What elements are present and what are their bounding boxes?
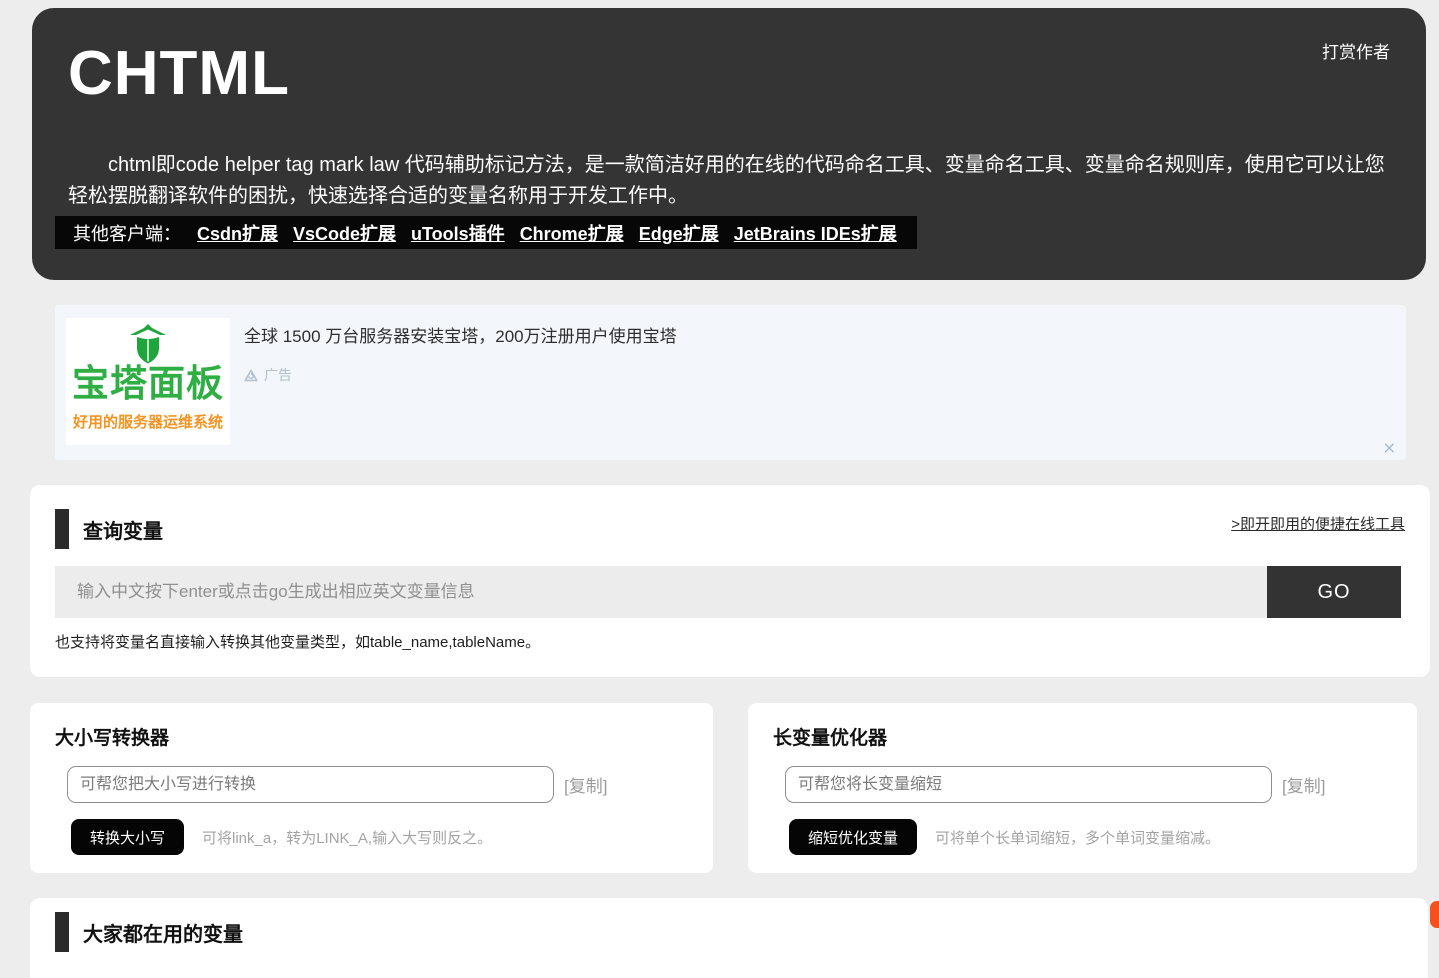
case-converter-title: 大小写转换器 [55,723,688,750]
popular-section-head: 大家都在用的变量 [55,912,243,952]
popular-variables-card: 大家都在用的变量 [30,898,1428,978]
ad-logo-title: 宝塔面板 [66,364,230,404]
shortener-hint: 可将单个长单词缩短，多个单词变量缩减。 [935,827,1220,848]
client-link-chrome[interactable]: Chrome扩展 [520,220,624,246]
section-accent-bar [55,509,69,549]
search-row: GO [55,566,1401,618]
case-converter-card: 大小写转换器 [复制] 转换大小写 可将link_a，转为LINK_A,输入大写… [30,703,713,873]
hero-header: 打赏作者 CHTML chtml即code helper tag mark la… [32,8,1426,280]
query-search-input[interactable] [55,566,1267,618]
reward-author-link[interactable]: 打赏作者 [1322,38,1390,63]
shortener-copy-link[interactable]: [复制] [1282,772,1325,797]
shortener-input-row: [复制] [785,766,1392,803]
ad-logo-subtitle: 好用的服务器运维系统 [66,411,230,432]
page-title: CHTML [68,38,290,109]
client-link-utools[interactable]: uTools插件 [411,220,505,246]
client-link-jetbrains[interactable]: JetBrains IDEs扩展 [734,220,897,246]
case-converter-hint: 可将link_a，转为LINK_A,输入大写则反之。 [202,827,492,848]
query-variable-card: 查询变量 >即开即用的便捷在线工具 GO 也支持将变量名直接输入转换其他变量类型… [30,485,1430,677]
query-section-head: 查询变量 [55,509,163,549]
query-note: 也支持将变量名直接输入转换其他变量类型，如table_name,tableNam… [55,631,540,652]
case-converter-input[interactable] [67,766,554,803]
client-link-csdn[interactable]: Csdn扩展 [197,220,278,246]
floating-widget-icon[interactable] [1430,901,1439,928]
query-heading: 查询变量 [83,515,163,544]
case-converter-input-row: [复制] [67,766,688,803]
ad-choice-icon [244,369,258,382]
go-button[interactable]: GO [1267,566,1401,618]
baota-pagoda-icon [66,324,230,364]
ad-logo-box[interactable]: 宝塔面板 好用的服务器运维系统 [66,318,230,445]
client-link-edge[interactable]: Edge扩展 [639,220,719,246]
shortener-card: 长变量优化器 [复制] 缩短优化变量 可将单个长单词缩短，多个单词变量缩减。 [748,703,1417,873]
ad-banner: 宝塔面板 好用的服务器运维系统 全球 1500 万台服务器安装宝塔，200万注册… [55,305,1406,460]
convert-case-button[interactable]: 转换大小写 [71,819,184,855]
case-converter-copy-link[interactable]: [复制] [564,772,607,797]
ad-close-icon[interactable]: × [1383,438,1396,457]
ad-tag: 广告 [244,365,292,385]
ad-label: 广告 [264,365,292,385]
shortener-action-row: 缩短优化变量 可将单个长单词缩短，多个单词变量缩减。 [789,819,1392,855]
clients-bar: 其他客户端： Csdn扩展 VsCode扩展 uTools插件 Chrome扩展… [55,216,917,249]
site-description: chtml即code helper tag mark law 代码辅助标记方法，… [68,150,1394,212]
shortener-input[interactable] [785,766,1272,803]
shortener-title: 长变量优化器 [773,723,1392,750]
ad-headline-link[interactable]: 全球 1500 万台服务器安装宝塔，200万注册用户使用宝塔 [244,322,677,347]
case-converter-action-row: 转换大小写 可将link_a，转为LINK_A,输入大写则反之。 [71,819,688,855]
popular-heading: 大家都在用的变量 [83,918,243,947]
section-accent-bar [55,912,69,952]
client-link-vscode[interactable]: VsCode扩展 [293,220,396,246]
online-tools-link[interactable]: >即开即用的便捷在线工具 [1231,513,1405,534]
clients-label: 其他客户端： [73,220,181,246]
shorten-variable-button[interactable]: 缩短优化变量 [789,819,917,855]
